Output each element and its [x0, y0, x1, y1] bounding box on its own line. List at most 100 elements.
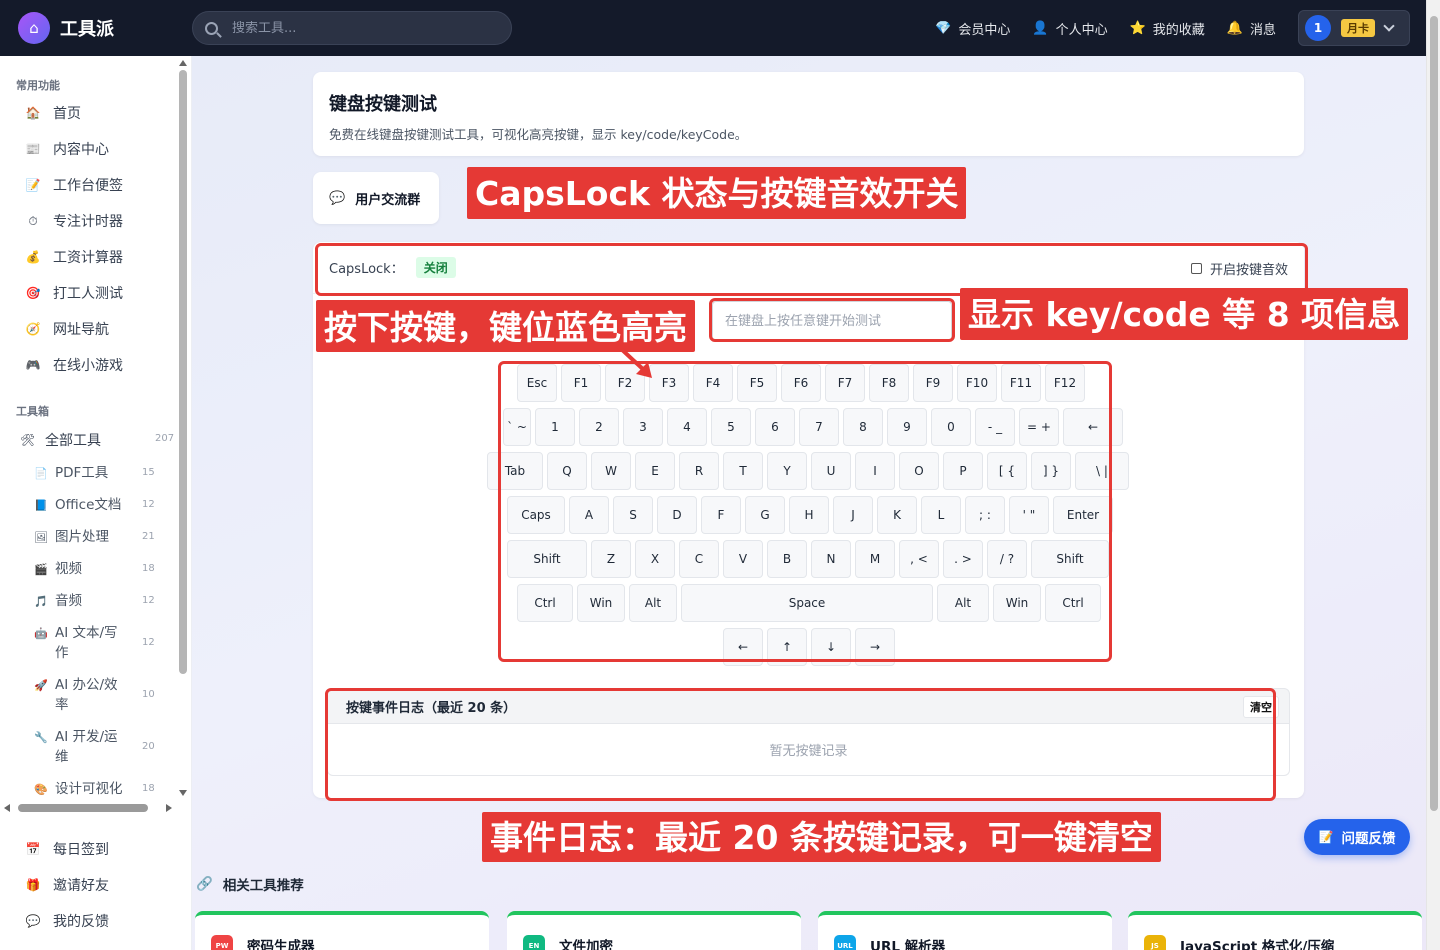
scroll-right-icon[interactable]: [166, 804, 172, 812]
key-5-5[interactable]: Win: [993, 584, 1041, 622]
key-4-2[interactable]: X: [635, 540, 675, 578]
key-0-0[interactable]: Esc: [517, 364, 557, 402]
related-tool-card[interactable]: URL URL 解析器: [818, 911, 1112, 950]
key-0-5[interactable]: F5: [737, 364, 777, 402]
key-5-6[interactable]: Ctrl: [1045, 584, 1101, 622]
key-4-11[interactable]: Shift: [1031, 540, 1109, 578]
sidebar-item-timer[interactable]: ⏱ 专注计时器: [24, 211, 123, 231]
key-1-9[interactable]: 9: [887, 408, 927, 446]
sidebar-item-home[interactable]: 🏠 首页: [24, 103, 81, 123]
sidebar-item-worker-test[interactable]: 🎯 打工人测试: [24, 283, 123, 303]
key-3-9[interactable]: L: [921, 496, 961, 534]
key-4-7[interactable]: M: [855, 540, 895, 578]
key-3-11[interactable]: ' ": [1009, 496, 1049, 534]
key-2-2[interactable]: W: [591, 452, 631, 490]
sidebar-horizontal-scrollbar[interactable]: [2, 802, 176, 814]
window-scrollbar[interactable]: [1426, 0, 1440, 950]
user-group-button[interactable]: 💬 用户交流群: [313, 172, 439, 224]
key-2-11[interactable]: [ {: [987, 452, 1027, 490]
sidebar-scrollbar[interactable]: [178, 56, 188, 801]
scroll-up-icon[interactable]: [179, 60, 187, 66]
sidebar-item-content[interactable]: 📰 内容中心: [24, 139, 109, 159]
feedback-button[interactable]: 📝 问题反馈: [1304, 819, 1410, 855]
key-0-6[interactable]: F6: [781, 364, 821, 402]
nav-member-center[interactable]: 💎 会员中心: [935, 19, 1010, 38]
key-2-5[interactable]: T: [723, 452, 763, 490]
key-4-3[interactable]: C: [679, 540, 719, 578]
sidebar-scrollbar-thumb[interactable]: [179, 70, 187, 674]
sidebar-hscrollbar-thumb[interactable]: [18, 804, 148, 812]
scroll-left-icon[interactable]: [4, 804, 10, 812]
related-tool-card[interactable]: EN 文件加密: [507, 911, 801, 950]
key-test-input[interactable]: [712, 301, 952, 341]
key-4-10[interactable]: / ?: [987, 540, 1027, 578]
key-6-2[interactable]: ↓: [811, 628, 851, 666]
window-scrollbar-thumb[interactable]: [1430, 16, 1438, 811]
sidebar-item-checkin[interactable]: 📅 每日签到: [24, 839, 109, 859]
key-1-13[interactable]: ←: [1063, 408, 1123, 446]
clear-log-button[interactable]: 清空: [1243, 696, 1279, 718]
key-1-0[interactable]: ` ~: [503, 408, 531, 446]
key-2-13[interactable]: \ |: [1075, 452, 1129, 490]
key-4-0[interactable]: Shift: [507, 540, 587, 578]
key-2-1[interactable]: Q: [547, 452, 587, 490]
scroll-down-icon[interactable]: [179, 790, 187, 796]
key-0-7[interactable]: F7: [825, 364, 865, 402]
key-6-0[interactable]: ←: [723, 628, 763, 666]
sidebar-item-feedback[interactable]: 💬 我的反馈: [24, 911, 109, 931]
logo[interactable]: ⌂ 工具派: [18, 12, 114, 44]
user-menu[interactable]: 1 月卡: [1298, 10, 1410, 46]
sidebar-item-salary[interactable]: 💰 工资计算器: [24, 247, 123, 267]
key-2-8[interactable]: I: [855, 452, 895, 490]
key-5-2[interactable]: Alt: [629, 584, 677, 622]
key-4-4[interactable]: V: [723, 540, 763, 578]
key-1-11[interactable]: - _: [975, 408, 1015, 446]
key-0-10[interactable]: F10: [957, 364, 997, 402]
key-0-12[interactable]: F12: [1045, 364, 1085, 402]
key-1-7[interactable]: 7: [799, 408, 839, 446]
key-3-5[interactable]: G: [745, 496, 785, 534]
key-4-9[interactable]: . >: [943, 540, 983, 578]
nav-messages[interactable]: 🔔 消息: [1227, 19, 1276, 38]
key-1-1[interactable]: 1: [535, 408, 575, 446]
key-2-9[interactable]: O: [899, 452, 939, 490]
key-3-10[interactable]: ; :: [965, 496, 1005, 534]
key-2-10[interactable]: P: [943, 452, 983, 490]
key-1-2[interactable]: 2: [579, 408, 619, 446]
nav-personal-center[interactable]: 👤 个人中心: [1032, 19, 1107, 38]
key-1-10[interactable]: 0: [931, 408, 971, 446]
key-4-8[interactable]: , <: [899, 540, 939, 578]
key-sound-toggle[interactable]: 开启按键音效: [1190, 259, 1288, 278]
sidebar-item-all-tools[interactable]: 🛠 全部工具: [20, 430, 101, 450]
key-5-0[interactable]: Ctrl: [517, 584, 573, 622]
key-0-3[interactable]: F3: [649, 364, 689, 402]
key-3-0[interactable]: Caps: [507, 496, 565, 534]
key-5-1[interactable]: Win: [577, 584, 625, 622]
key-0-1[interactable]: F1: [561, 364, 601, 402]
key-1-8[interactable]: 8: [843, 408, 883, 446]
key-2-7[interactable]: U: [811, 452, 851, 490]
key-1-6[interactable]: 6: [755, 408, 795, 446]
sidebar-item-invite[interactable]: 🎁 邀请好友: [24, 875, 109, 895]
key-0-11[interactable]: F11: [1001, 364, 1041, 402]
key-2-4[interactable]: R: [679, 452, 719, 490]
key-3-6[interactable]: H: [789, 496, 829, 534]
key-5-4[interactable]: Alt: [937, 584, 989, 622]
key-3-7[interactable]: J: [833, 496, 873, 534]
key-4-1[interactable]: Z: [591, 540, 631, 578]
search-input[interactable]: [232, 20, 472, 36]
key-6-1[interactable]: ↑: [767, 628, 807, 666]
sidebar-item-notes[interactable]: 📝 工作台便签: [24, 175, 123, 195]
related-tool-card[interactable]: PW 密码生成器: [195, 911, 489, 950]
sidebar-item-nav[interactable]: 🧭 网址导航: [24, 319, 109, 339]
related-tool-card[interactable]: JS JavaScript 格式化/压缩: [1128, 911, 1422, 950]
sidebar-item-games[interactable]: 🎮 在线小游戏: [24, 355, 123, 375]
key-2-0[interactable]: Tab: [487, 452, 543, 490]
key-3-4[interactable]: F: [701, 496, 741, 534]
key-4-5[interactable]: B: [767, 540, 807, 578]
key-4-6[interactable]: N: [811, 540, 851, 578]
nav-favorites[interactable]: ⭐ 我的收藏: [1130, 19, 1205, 38]
key-0-4[interactable]: F4: [693, 364, 733, 402]
key-0-9[interactable]: F9: [913, 364, 953, 402]
key-1-3[interactable]: 3: [623, 408, 663, 446]
